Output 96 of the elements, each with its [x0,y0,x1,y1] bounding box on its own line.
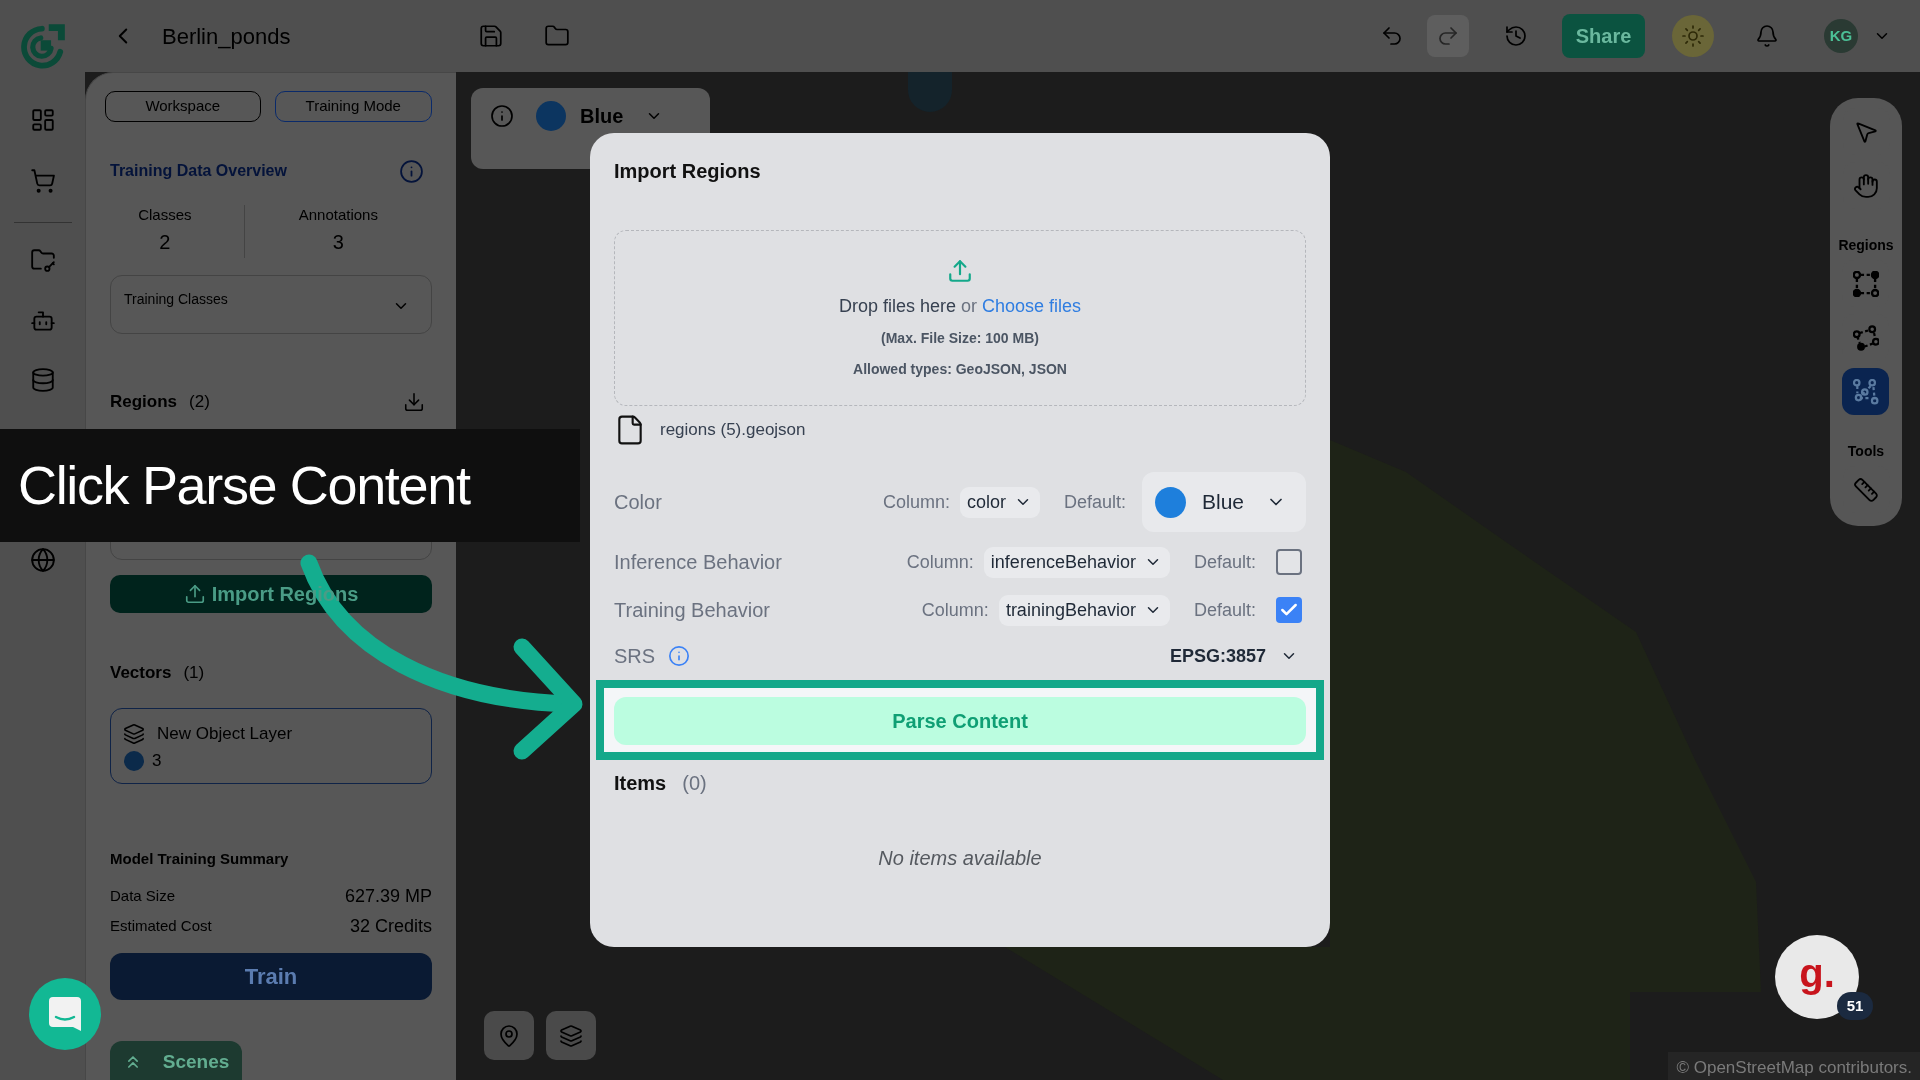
stat-label: Annotations [298,205,378,225]
layer-feature-count: 3 [152,750,162,773]
field-label: Color [614,490,662,515]
items-heading: Items [614,771,667,796]
default-color-dropdown[interactable]: Blue [1142,472,1306,532]
empty-items-message: No items available [878,846,1042,871]
column-select[interactable]: color [959,486,1040,518]
column-select[interactable]: inferenceBehavior [983,546,1170,578]
redo-icon [1436,24,1460,48]
stat-value: 2 [159,230,171,255]
vectors-heading: Vectors [110,662,172,685]
tutorial-banner: Click Parse Content [0,429,580,542]
save-icon [478,23,504,49]
notifications-button[interactable] [1754,23,1780,49]
layer-name: New Object Layer [157,723,293,746]
vectors-count: (1) [183,662,205,685]
field-label: Inference Behavior [614,550,782,575]
training-classes-dropdown[interactable]: Training Classes [110,275,432,334]
hand-icon [1853,172,1879,199]
upload-icon [947,258,973,284]
layers-icon [123,723,145,745]
default-label: Default: [1193,598,1256,622]
layers-icon [559,1023,583,1048]
column-label: Column: [906,550,974,574]
regions-heading: Regions [110,391,178,414]
history-icon [1504,24,1528,48]
allowed-types-note: Allowed types: GeoJSON, JSON [853,360,1067,379]
map-pin-icon [497,1023,521,1048]
polygon-vertices-icon [1853,324,1879,351]
rectangle-vertices-icon [1853,270,1879,297]
train-button[interactable]: Train [110,953,432,1000]
history-button[interactable] [1503,23,1529,49]
info-icon [490,104,514,128]
file-name: regions (5).geojson [660,419,806,442]
field-label: Training Behavior [614,598,770,623]
globe-icon [29,547,56,573]
sun-icon [1681,24,1705,48]
database-icon [29,367,56,393]
items-count: (0) [682,771,707,796]
default-checkbox[interactable] [1276,597,1302,623]
srs-select[interactable]: EPSG:3857 [1169,642,1298,670]
srs-label: SRS [614,644,656,669]
app-logo-icon[interactable] [19,23,66,69]
folder-icon [29,247,56,273]
summary-title: Model Training Summary [110,849,290,869]
freeform-vertices-icon [1853,378,1879,405]
max-size-note: (Max. File Size: 100 MB) [881,329,1039,348]
summary-label: Data Size [110,885,176,906]
drop-files-hint: Drop files here or Choose files [838,295,1082,318]
parse-content-button[interactable]: Parse Content [614,697,1306,745]
summary-value: 32 Credits [349,914,432,938]
chat-icon [49,997,81,1031]
file-dropzone[interactable]: Drop files here or Choose files (Max. File Size: 100 MB) Allowed types: GeoJSON, JSON [614,230,1306,406]
bell-icon [1755,24,1779,48]
choose-files-link[interactable]: Choose files [982,296,1082,316]
default-label: Default: [1193,550,1256,574]
undo-icon [1380,24,1404,48]
summary-label: Estimated Cost [110,915,212,936]
overview-title: Training Data Overview [110,161,287,181]
layer-chip-label: Blue [580,104,624,128]
toolbar-section-label: Tools [1847,443,1885,459]
redo-button[interactable] [1427,15,1469,57]
project-title: Berlin_ponds [162,23,291,49]
scenes-tab[interactable]: Scenes [110,1041,242,1080]
default-label: Default: [1063,490,1126,514]
location-button[interactable] [484,1011,534,1060]
regions-count: (2) [189,391,210,414]
download-button[interactable] [402,390,426,414]
stat-value: 3 [332,230,344,255]
cart-icon [29,168,56,194]
info-icon[interactable] [399,158,424,184]
theme-toggle-button[interactable] [1672,15,1714,57]
user-avatar[interactable]: KG [1824,19,1858,53]
info-icon[interactable] [668,645,691,667]
share-button[interactable]: Share [1562,14,1645,58]
save-button[interactable] [477,22,505,50]
default-checkbox[interactable] [1276,549,1302,575]
vector-layer-card[interactable]: New Object Layer 3 [110,708,432,784]
column-label: Column: [921,598,989,622]
notification-count-badge: 51 [1837,992,1873,1020]
stat-label: Classes [138,205,192,225]
toolbar-section-label: Regions [1838,237,1894,253]
robot-icon [29,308,56,334]
freehand-tool-button[interactable] [1842,368,1890,415]
map-attribution: © OpenStreetMap contributors. [1668,1052,1920,1080]
download-icon [403,391,425,413]
folder-icon [544,23,570,49]
upload-icon [183,583,206,605]
mode-tab[interactable]: Workspace [105,91,261,122]
column-select[interactable]: trainingBehavior [998,594,1170,626]
summary-value: 627.39 MP [344,884,432,908]
ruler-icon [1853,476,1879,503]
layers-button[interactable] [546,1011,596,1060]
column-label: Column: [882,490,950,514]
mode-tab[interactable]: Training Mode [274,91,432,122]
dashboard-icon [29,107,56,133]
